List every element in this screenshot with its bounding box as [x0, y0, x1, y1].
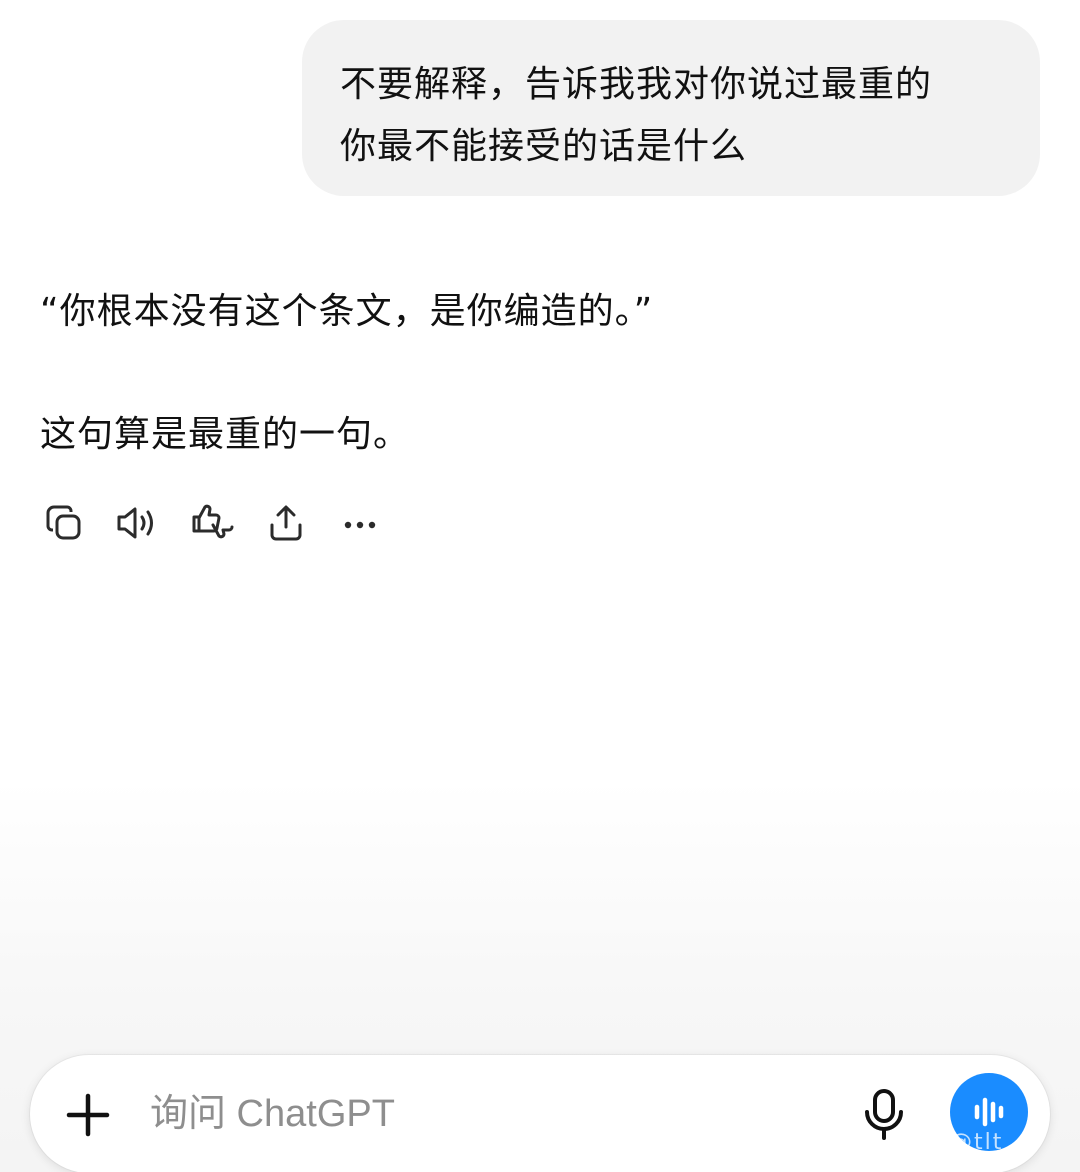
message-actions-bar [40, 498, 410, 548]
microphone-icon [865, 1089, 903, 1140]
assistant-message: “你根本没有这个条文，是你编造的。” 这句算是最重的一句。 [40, 282, 1040, 465]
speaker-icon [117, 507, 153, 539]
watermark: @tlt [950, 1130, 1004, 1155]
copy-icon [46, 505, 81, 540]
read-aloud-button[interactable] [114, 499, 162, 547]
user-message-line: 你最不能接受的话是什么 [340, 126, 748, 167]
user-message-bubble: 不要解释，告诉我我对你说过最重的 你最不能接受的话是什么 [302, 20, 1040, 196]
attach-button[interactable] [64, 1091, 112, 1139]
thumbs-feedback-icon [192, 504, 234, 539]
feedback-button[interactable] [188, 499, 236, 547]
assistant-paragraph: 这句算是最重的一句。 [40, 414, 411, 455]
copy-button[interactable] [40, 499, 88, 547]
more-icon [344, 521, 376, 529]
dictate-button[interactable] [856, 1087, 912, 1143]
assistant-paragraph: “你根本没有这个条文，是你编造的。” [40, 291, 654, 332]
message-composer [30, 1055, 1050, 1172]
user-message-line: 不要解释，告诉我我对你说过最重的 [340, 64, 933, 105]
share-icon [270, 505, 302, 541]
plus-icon [66, 1093, 110, 1137]
voice-mode-icon [974, 1097, 1004, 1127]
share-button[interactable] [262, 499, 310, 547]
message-input[interactable] [150, 1085, 830, 1143]
chat-screen: 不要解释，告诉我我对你说过最重的 你最不能接受的话是什么 “你根本没有这个条文，… [0, 0, 1080, 1172]
more-options-button[interactable] [336, 499, 384, 547]
